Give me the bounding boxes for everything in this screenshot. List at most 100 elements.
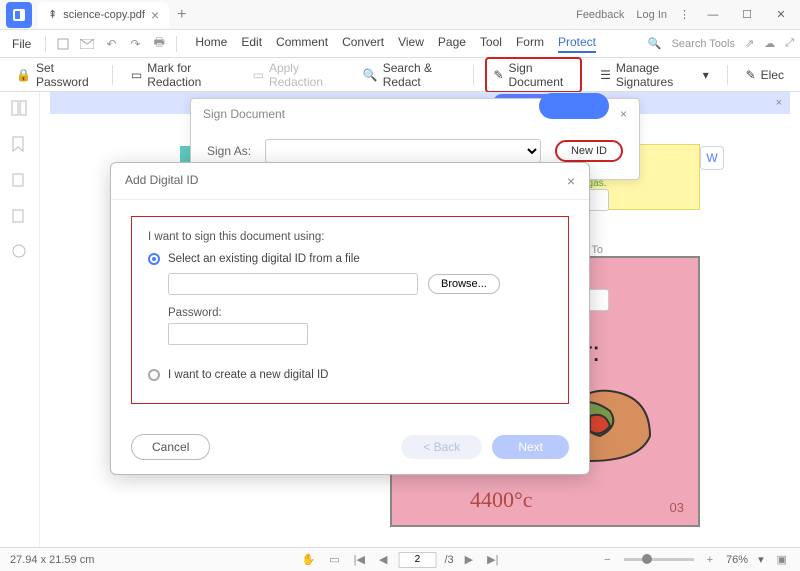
file-path-input[interactable] bbox=[168, 273, 418, 295]
apply-redaction-button: ▭ Apply Redaction bbox=[247, 57, 345, 93]
first-page-icon[interactable]: |◀ bbox=[351, 553, 368, 566]
tab-convert[interactable]: Convert bbox=[342, 35, 384, 53]
tab-form[interactable]: Form bbox=[516, 35, 544, 53]
search-icon[interactable]: 🔍 bbox=[648, 37, 662, 50]
tab-comment[interactable]: Comment bbox=[276, 35, 328, 53]
password-label: Password: bbox=[168, 307, 222, 319]
expand-icon[interactable]: ⤢ bbox=[785, 37, 794, 50]
mail-icon[interactable] bbox=[78, 35, 96, 53]
cloud-icon[interactable]: ☁ bbox=[764, 37, 775, 50]
sign-dialog-title: Sign Document bbox=[203, 107, 285, 121]
file-menu[interactable]: File bbox=[6, 37, 37, 51]
login-link[interactable]: Log In bbox=[636, 9, 667, 21]
tab-page[interactable]: Page bbox=[438, 35, 466, 53]
highlighted-options-area: I want to sign this document using: Sele… bbox=[131, 216, 569, 404]
manage-signatures-button[interactable]: ☰ Manage Signatures ▾ bbox=[594, 57, 715, 93]
last-page-icon[interactable]: ▶| bbox=[484, 553, 501, 566]
new-id-button[interactable]: New ID bbox=[555, 140, 623, 162]
comments-icon[interactable] bbox=[11, 244, 29, 262]
password-input[interactable] bbox=[168, 323, 308, 345]
browse-button[interactable]: Browse... bbox=[428, 274, 500, 294]
add-dialog-close-icon[interactable]: × bbox=[567, 173, 575, 189]
thumbnails-icon[interactable] bbox=[11, 100, 29, 118]
close-window-button[interactable]: ✕ bbox=[770, 8, 792, 21]
print-icon[interactable]: 🖶 bbox=[150, 35, 168, 53]
temperature-text: 4400°c bbox=[470, 487, 533, 513]
sign-icon: ✎ bbox=[493, 68, 503, 82]
mark-redaction-button[interactable]: ▭ Mark for Redaction bbox=[125, 57, 235, 93]
pin-icon: ⇞ bbox=[48, 8, 57, 21]
left-panel bbox=[0, 92, 40, 547]
radio-existing[interactable] bbox=[148, 253, 160, 265]
electronic-button[interactable]: ✎ Elec bbox=[740, 64, 790, 86]
menu-tabs: Home Edit Comment Convert View Page Tool… bbox=[195, 35, 596, 53]
chevron-down-icon: ▾ bbox=[703, 68, 709, 82]
lock-icon: 🔒 bbox=[16, 68, 31, 82]
menubar: File ↶ ↷ 🖶 Home Edit Comment Convert Vie… bbox=[0, 30, 800, 58]
sign-dialog-close-icon[interactable]: × bbox=[620, 107, 627, 121]
add-dialog-title: Add Digital ID bbox=[125, 173, 198, 189]
sign-prompt: I want to sign this document using: bbox=[148, 231, 552, 243]
feedback-link[interactable]: Feedback bbox=[576, 9, 624, 21]
layers-icon[interactable] bbox=[11, 208, 29, 226]
page-number-label: 03 bbox=[670, 500, 684, 515]
tab-view[interactable]: View bbox=[398, 35, 424, 53]
zoom-in-icon[interactable]: + bbox=[704, 554, 716, 566]
search-redact-button[interactable]: 🔍 Search & Redact bbox=[357, 57, 461, 93]
tab-tool[interactable]: Tool bbox=[480, 35, 502, 53]
word-export-icon[interactable]: W bbox=[700, 146, 724, 170]
zoom-slider[interactable] bbox=[624, 558, 694, 561]
statusbar: 27.94 x 21.59 cm ✋ ▭ |◀ ◀ /3 ▶ ▶| − + 76… bbox=[0, 547, 800, 571]
redact-icon: ▭ bbox=[131, 68, 142, 82]
set-password-button[interactable]: 🔒 Set Password bbox=[10, 57, 100, 93]
tab-protect[interactable]: Protect bbox=[558, 35, 596, 53]
zoom-out-icon[interactable]: − bbox=[601, 554, 613, 566]
banner-close-icon[interactable]: × bbox=[776, 97, 782, 109]
sign-submit-button[interactable] bbox=[539, 93, 609, 119]
add-digital-id-dialog: Add Digital ID × I want to sign this doc… bbox=[110, 162, 590, 475]
back-button: < Back bbox=[401, 435, 482, 459]
bookmarks-icon[interactable] bbox=[11, 136, 29, 154]
maximize-button[interactable]: ☐ bbox=[736, 8, 758, 21]
protect-ribbon: 🔒 Set Password ▭ Mark for Redaction ▭ Ap… bbox=[0, 58, 800, 92]
zoom-dropdown-icon[interactable]: ▾ bbox=[758, 553, 764, 566]
select-tool-icon[interactable]: ▭ bbox=[326, 553, 342, 566]
sign-to-label: To bbox=[591, 244, 603, 256]
hand-tool-icon[interactable]: ✋ bbox=[299, 553, 319, 566]
tab-home[interactable]: Home bbox=[195, 35, 227, 53]
page-dimensions: 27.94 x 21.59 cm bbox=[10, 554, 94, 566]
close-tab-icon[interactable]: × bbox=[151, 7, 159, 23]
add-tab-button[interactable]: + bbox=[177, 6, 186, 24]
tab-edit[interactable]: Edit bbox=[241, 35, 262, 53]
titlebar: ⇞ science-copy.pdf × + Feedback Log In ⋮… bbox=[0, 0, 800, 30]
next-page-icon[interactable]: ▶ bbox=[462, 553, 476, 566]
search-tools-text[interactable]: Search Tools bbox=[672, 38, 735, 50]
option-new-id[interactable]: I want to create a new digital ID bbox=[148, 369, 552, 381]
share-icon[interactable]: ⇗ bbox=[745, 37, 754, 50]
save-icon[interactable] bbox=[54, 35, 72, 53]
document-canvas: This document contains interactive form … bbox=[40, 92, 800, 547]
minimize-button[interactable]: — bbox=[702, 9, 724, 21]
sign-document-button[interactable]: ✎ Sign Document bbox=[485, 57, 582, 93]
redo-icon[interactable]: ↷ bbox=[126, 35, 144, 53]
document-tab[interactable]: ⇞ science-copy.pdf × bbox=[38, 2, 169, 28]
tab-title: science-copy.pdf bbox=[63, 9, 145, 21]
cancel-button[interactable]: Cancel bbox=[131, 434, 210, 460]
option-existing-id[interactable]: Select an existing digital ID from a fil… bbox=[148, 253, 552, 265]
sign-as-select[interactable] bbox=[265, 139, 541, 163]
manage-sig-icon: ☰ bbox=[600, 68, 611, 82]
search-redact-icon: 🔍 bbox=[363, 68, 378, 82]
page-number-input[interactable] bbox=[398, 552, 436, 568]
elec-icon: ✎ bbox=[746, 68, 756, 82]
radio-new[interactable] bbox=[148, 369, 160, 381]
sign-as-label: Sign As: bbox=[207, 144, 251, 158]
undo-icon[interactable]: ↶ bbox=[102, 35, 120, 53]
zoom-level: 76% bbox=[726, 554, 748, 566]
apply-redact-icon: ▭ bbox=[253, 68, 264, 82]
next-button[interactable]: Next bbox=[492, 435, 569, 459]
page-total: /3 bbox=[444, 554, 453, 566]
prev-page-icon[interactable]: ◀ bbox=[376, 553, 390, 566]
attachments-icon[interactable] bbox=[11, 172, 29, 190]
fit-page-icon[interactable]: ▣ bbox=[774, 553, 790, 566]
more-icon[interactable]: ⋮ bbox=[679, 8, 690, 21]
